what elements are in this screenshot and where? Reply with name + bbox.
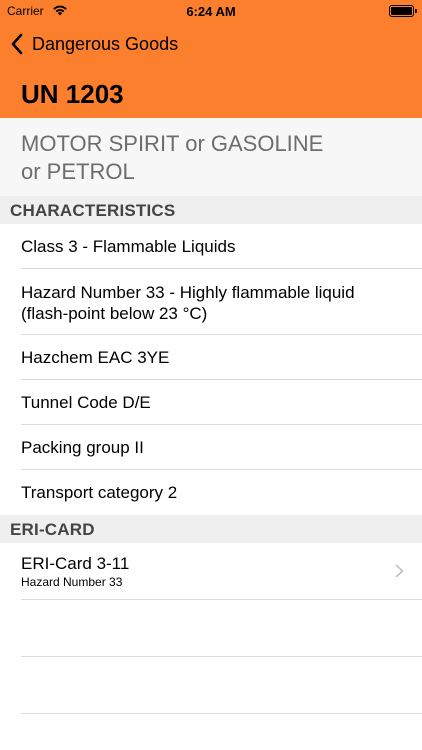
section-title: CHARACTERISTICS [10,201,176,220]
row-separator [21,599,422,600]
characteristic-row-transport-category[interactable]: Transport category 2 [0,470,422,515]
status-bar: Carrier 6:24 AM [0,0,422,22]
chevron-right-icon [395,564,404,578]
row-label: Transport category 2 [21,483,178,502]
clock: 6:24 AM [186,4,236,19]
row-label-line-2: (flash-point below 23 °C) [21,304,208,323]
row-label: Class 3 - Flammable Liquids [21,237,236,256]
substance-name-line-2: or PETROL [21,159,135,184]
substance-name: MOTOR SPIRIT or GASOLINE or PETROL [21,130,381,186]
battery-icon [389,5,417,17]
characteristic-row-hazard-number[interactable]: Hazard Number 33 - Highly flammable liqu… [0,269,422,335]
un-number-title: UN 1203 [21,79,124,109]
section-header-eri-card: ERI-CARD [0,515,422,543]
section-title: ERI-CARD [10,520,95,539]
chevron-left-icon [11,33,23,55]
eri-card-row[interactable]: ERI-Card 3-11 Hazard Number 33 [0,543,422,600]
characteristic-row-class[interactable]: Class 3 - Flammable Liquids [0,224,422,269]
empty-row-separator [21,656,422,657]
eri-card-title: ERI-Card 3-11 [21,554,130,573]
characteristic-row-tunnel-code[interactable]: Tunnel Code D/E [0,380,422,425]
back-button[interactable]: Dangerous Goods [10,31,178,57]
substance-name-line-1: MOTOR SPIRIT or GASOLINE [21,131,324,156]
row-label: Tunnel Code D/E [21,393,151,412]
section-header-characteristics: CHARACTERISTICS [0,196,422,224]
row-label-line-1: Hazard Number 33 - Highly flammable liqu… [21,283,355,302]
characteristic-row-packing-group[interactable]: Packing group II [0,425,422,470]
row-label: Hazchem EAC 3YE [21,348,170,367]
row-label: Hazard Number 33 - Highly flammable liqu… [21,282,401,324]
eri-card-subtitle: Hazard Number 33 [21,575,123,589]
row-label: Packing group II [21,438,144,457]
empty-row-separator [21,713,422,714]
characteristic-row-hazchem[interactable]: Hazchem EAC 3YE [0,335,422,380]
header-bar: Carrier 6:24 AM Dangerous Goods UN 1203 [0,0,422,118]
back-button-label: Dangerous Goods [32,33,179,54]
substance-title-block: MOTOR SPIRIT or GASOLINE or PETROL [0,118,422,196]
